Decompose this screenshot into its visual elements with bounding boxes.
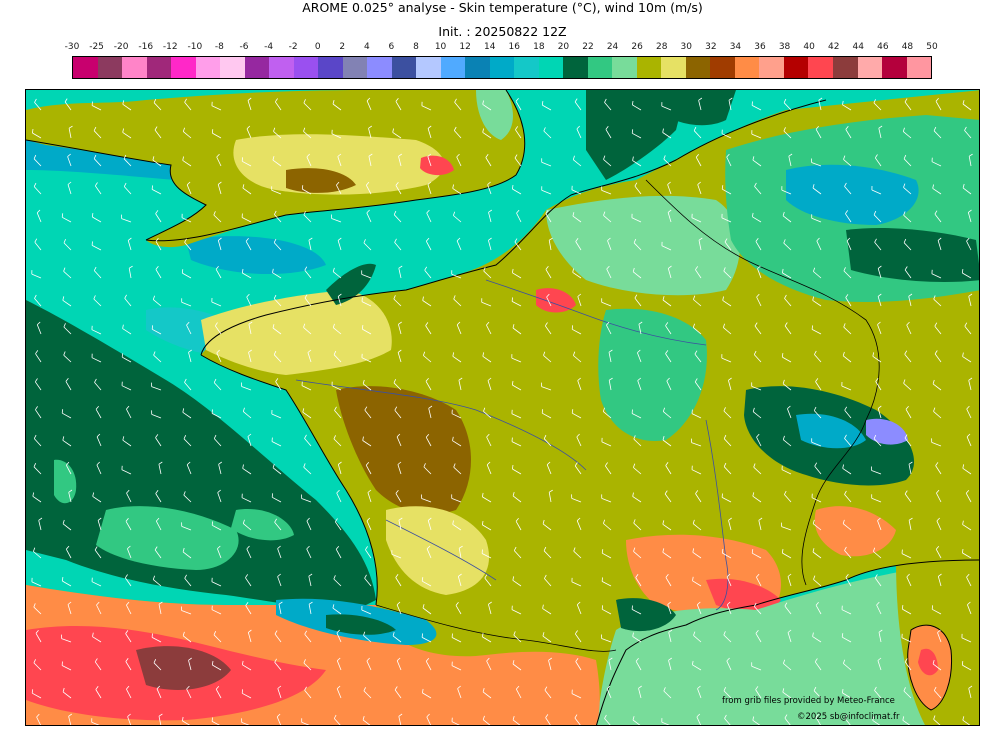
colorbar-swatch	[661, 57, 686, 78]
colorbar-swatch	[734, 57, 760, 78]
colorbar-swatch	[685, 57, 711, 78]
colorbar-swatch	[514, 57, 539, 78]
colorbar-tick-label: -16	[138, 42, 154, 52]
wind-barb-tick	[511, 297, 513, 302]
data-credit: from grib files provided by Meteo-France	[722, 696, 895, 706]
colorbar-swatch	[587, 57, 613, 78]
colorbar-swatch	[563, 57, 588, 78]
colorbar-tick-label: 38	[778, 42, 791, 52]
colorbar-tick-label: 32	[705, 42, 717, 52]
colorbar-tick-label: 14	[483, 42, 496, 52]
colorbar-swatch	[416, 57, 441, 78]
wind-barb-tick	[181, 269, 184, 274]
colorbar-swatch	[489, 57, 515, 78]
colorbar-swatch	[195, 57, 221, 78]
copyright-credit: ©2025 sb@infoclimat.fr	[797, 712, 900, 722]
colorbar-swatch	[342, 57, 368, 78]
colorbar-swatch	[367, 57, 392, 78]
wind-barb-tick	[121, 353, 124, 358]
wind-barb-tick	[211, 129, 214, 134]
wind-barb-tick	[631, 129, 634, 134]
colorbar-swatch	[171, 57, 196, 78]
colorbar-tick-label: 2	[339, 42, 346, 52]
colorbar-swatch	[220, 57, 245, 78]
colorbar-tick-label: 30	[680, 42, 693, 52]
colorbar-tick-label: -30	[64, 42, 80, 52]
colorbar-tick-label: -20	[113, 42, 129, 52]
colorbar-swatch	[293, 57, 319, 78]
colorbar-tick-label: -10	[187, 42, 203, 52]
colorbar-tick-label: -25	[89, 42, 104, 52]
colorbar-tick-label: 24	[606, 42, 619, 52]
colorbar-tick-label: -12	[162, 42, 178, 52]
colorbar-tick-label: 16	[508, 42, 521, 52]
colorbar-tick-label: 46	[877, 42, 889, 52]
wind-barb-tick	[811, 325, 813, 330]
colorbar-tick-label: 0	[314, 42, 321, 52]
colorbar-swatch	[808, 57, 833, 78]
colorbar-tick-labels: -30 -25 -20 -16 -12 -10 -8 -6 -4 -2 0 2 4 6 8 10 12 14 16 1…	[0, 42, 1005, 54]
wind-barb-tick	[601, 577, 603, 582]
colorbar-swatch	[269, 57, 294, 78]
colorbar-swatch	[465, 57, 490, 78]
colorbar-tick-label: 26	[631, 42, 643, 52]
colorbar-tick-label: 4	[363, 42, 370, 52]
colorbar-tick-label: 22	[582, 42, 594, 52]
init-time: Init. : 20250822 12Z	[438, 24, 567, 39]
map-title: AROME 0.025° analyse - Skin temperature …	[302, 0, 703, 15]
colorbar-swatch	[318, 57, 343, 78]
colorbar-swatch	[97, 57, 123, 78]
colorbar-swatch	[73, 57, 98, 78]
colorbar-tick-label: 10	[434, 42, 447, 52]
colorbar-swatch	[906, 57, 932, 78]
colorbar-swatch	[710, 57, 735, 78]
colorbar-tick-label: -2	[288, 42, 298, 52]
colorbar-swatch	[122, 57, 147, 78]
colorbar-swatch	[882, 57, 907, 78]
colorbar-swatch	[391, 57, 417, 78]
colorbar-swatch	[832, 57, 858, 78]
colorbar-tick-label: 34	[729, 42, 742, 52]
colorbar-swatch	[857, 57, 883, 78]
wind-barb-tick	[541, 409, 544, 414]
wind-barb-tick	[961, 661, 964, 666]
colorbar-tick-label: -4	[264, 42, 274, 52]
wind-barb-tick	[31, 689, 34, 694]
colorbar-tick-label: 48	[901, 42, 914, 52]
colorbar-tick-label: 12	[459, 42, 471, 52]
colorbar-tick-label: 8	[413, 42, 419, 52]
colorbar-swatch	[538, 57, 564, 78]
colorbar-swatch	[612, 57, 637, 78]
temperature-map[interactable]	[25, 89, 980, 726]
wind-barb-tick	[421, 633, 423, 638]
colorbar-tick-label: 40	[803, 42, 815, 52]
wind-barb-tick	[151, 185, 153, 190]
colorbar-swatch	[244, 57, 270, 78]
colorbar-swatch	[783, 57, 809, 78]
colorbar-tick-label: 6	[388, 42, 395, 52]
wind-barb-tick	[301, 185, 304, 190]
colorbar-swatch	[440, 57, 466, 78]
colorbar-tick-label: 28	[655, 42, 668, 52]
colorbar-tick-label: 18	[533, 42, 545, 52]
colorbar-swatch	[636, 57, 662, 78]
wind-barb-tick	[211, 717, 213, 722]
colorbar-tick-label: 36	[754, 42, 766, 52]
colorbar-swatch	[759, 57, 784, 78]
colorbar-tick-label: 50	[926, 42, 938, 52]
colorbar-tick-label: 44	[852, 42, 865, 52]
map-canvas	[26, 90, 979, 725]
colorbar-tick-label: 42	[827, 42, 840, 52]
wind-barb-tick	[61, 409, 64, 414]
temperature-colorbar	[72, 56, 932, 79]
colorbar-tick-label: -8	[214, 42, 224, 52]
wind-barb-tick	[61, 213, 64, 218]
colorbar-tick-label: -6	[239, 42, 249, 52]
colorbar-tick-label: 20	[557, 42, 570, 52]
colorbar-swatch	[146, 57, 172, 78]
